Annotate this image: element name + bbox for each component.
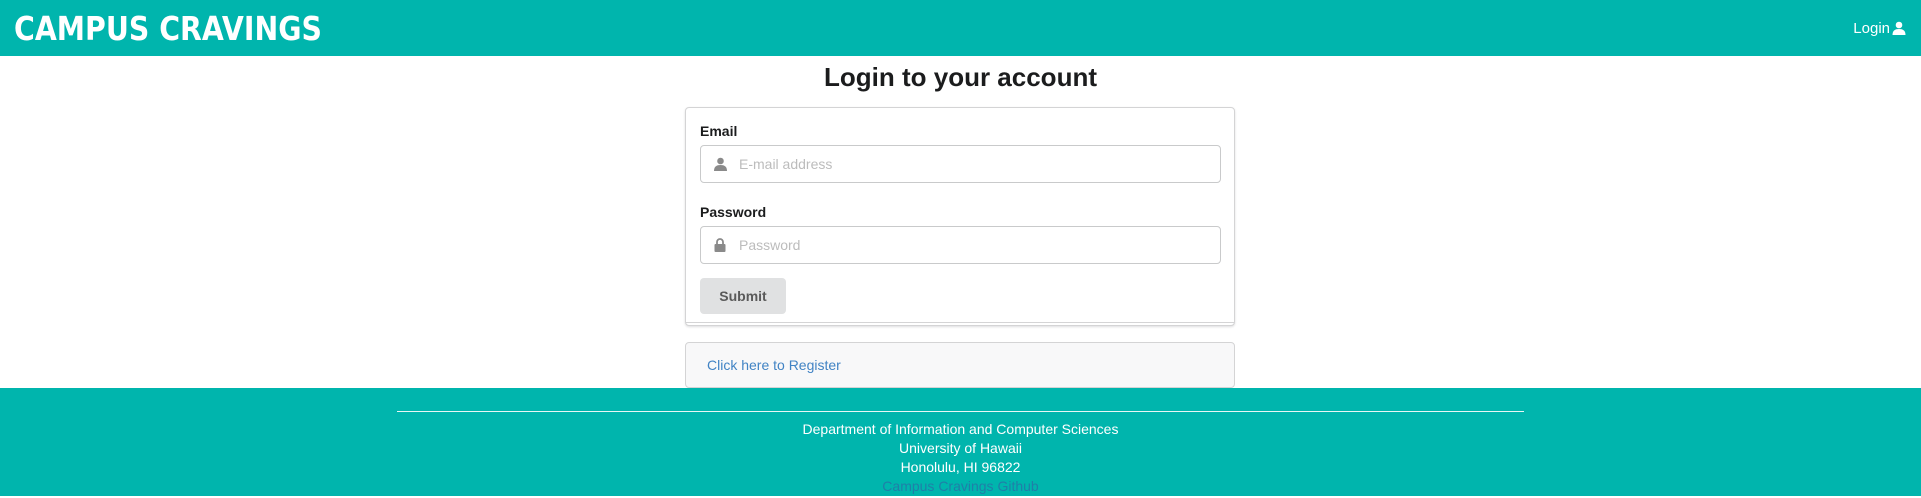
footer-department: Department of Information and Computer S… (802, 421, 1119, 437)
github-link[interactable]: Campus Cravings Github (882, 478, 1038, 494)
footer-university: University of Hawaii (899, 440, 1022, 456)
footer-divider (397, 411, 1524, 412)
register-message: Click here to Register (685, 342, 1235, 388)
register-link[interactable]: Click here to Register (707, 357, 841, 373)
footer-address: Honolulu, HI 96822 (900, 459, 1021, 475)
email-input[interactable] (739, 146, 1220, 182)
footer: Department of Information and Computer S… (0, 388, 1921, 496)
login-label: Login (1853, 19, 1890, 37)
email-field-wrapper (700, 145, 1221, 183)
user-icon (1892, 21, 1906, 35)
user-icon (701, 157, 739, 171)
password-input[interactable] (739, 227, 1220, 263)
email-label: Email (700, 123, 738, 139)
footer-text: Department of Information and Computer S… (0, 420, 1921, 496)
submit-button[interactable]: Submit (700, 278, 786, 314)
lock-icon (701, 238, 739, 252)
login-form: Email Password Submit (685, 107, 1235, 326)
page-title: Login to your account (824, 62, 1097, 92)
top-navbar: CAMPUS CRAVINGS Login (0, 0, 1921, 56)
password-field-wrapper (700, 226, 1221, 264)
login-menu-button[interactable]: Login (1853, 20, 1906, 37)
password-label: Password (700, 204, 767, 220)
site-logo[interactable]: CAMPUS CRAVINGS (14, 9, 322, 48)
